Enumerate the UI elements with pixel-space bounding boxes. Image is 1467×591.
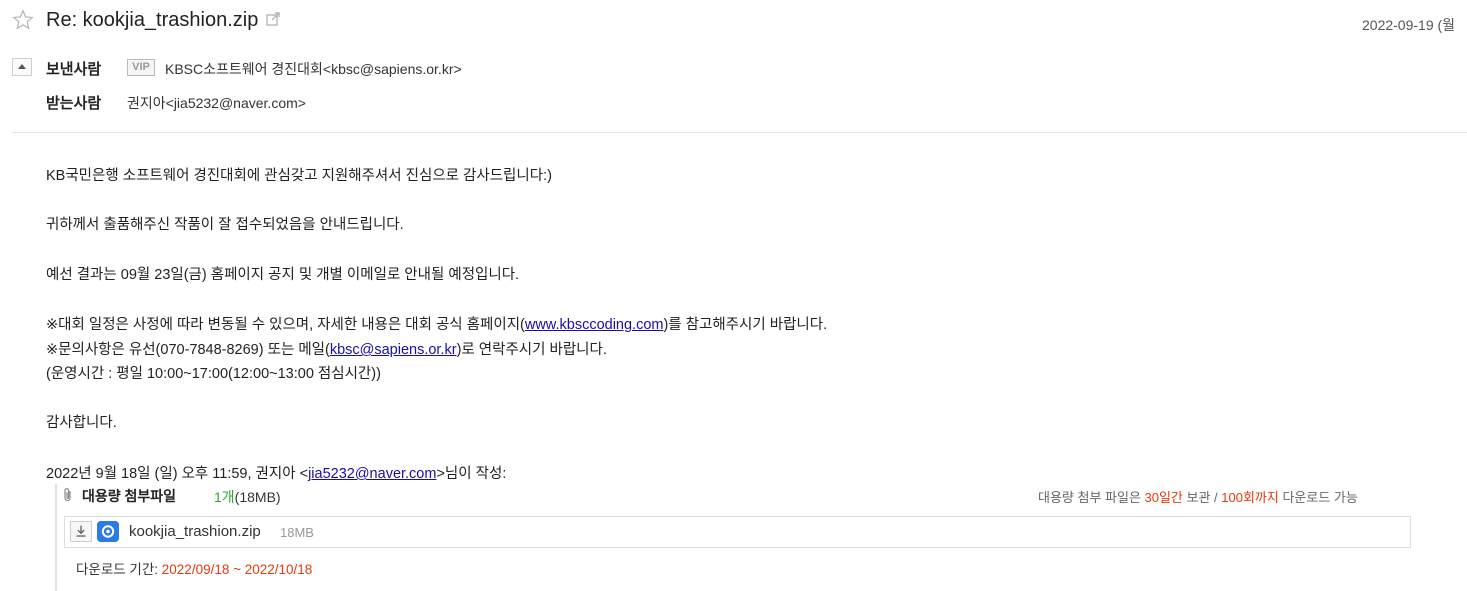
vip-badge[interactable]: VIP: [127, 59, 155, 76]
attachment-border: [55, 484, 57, 591]
body-text: )를 참고해주시기 바랍니다.: [663, 317, 828, 333]
attachment-file-size: 18MB: [280, 525, 314, 540]
body-line: ※문의사항은 유선(070-7848-8269) 또는 메일(kbsc@sapi…: [46, 338, 607, 359]
body-text: ※문의사항은 유선(070-7848-8269) 또는 메일(: [46, 342, 330, 358]
quote-text: 2022년 9월 18일 (일) 오후 11:59, 권지아 <: [46, 466, 309, 482]
body-line: 감사합니다.: [46, 415, 117, 431]
notice-text: 다운로드 가능: [1278, 490, 1358, 505]
collapse-header-button[interactable]: [12, 58, 32, 76]
quote-header: 2022년 9월 18일 (일) 오후 11:59, 권지아 <jia5232@…: [46, 462, 506, 483]
attachment-count-value: 1개: [214, 489, 235, 505]
download-period-label: 다운로드 기간:: [76, 562, 162, 577]
paperclip-icon: [64, 488, 71, 502]
contact-email-link[interactable]: kbsc@sapiens.or.kr: [330, 342, 457, 358]
download-period-value: 2022/09/18 ~ 2022/10/18: [161, 562, 313, 577]
body-text: ※대회 일정은 사정에 따라 변동될 수 있으며, 자세한 내용은 대회 공식 …: [46, 317, 525, 333]
attachment-file-row[interactable]: [64, 516, 1411, 548]
body-line: 귀하께서 출품해주신 작품이 잘 접수되었음을 안내드립니다.: [46, 217, 404, 233]
body-text: )로 연락주시기 바랍니다.: [456, 342, 607, 358]
attachment-notice: 대용량 첨부 파일은 30일간 보관 / 100회까지 다운로드 가능: [1038, 487, 1358, 506]
header-divider: [12, 132, 1467, 133]
star-icon[interactable]: [12, 9, 34, 31]
sender-label: 보낸사람: [46, 61, 102, 78]
sender-address[interactable]: KBSC소프트웨어 경진대회<kbsc@sapiens.or.kr>: [165, 59, 462, 79]
notice-times: 100회까지: [1221, 490, 1279, 505]
notice-text: 보관 /: [1182, 490, 1222, 505]
quote-email-link[interactable]: jia5232@naver.com: [308, 466, 436, 482]
download-icon[interactable]: [70, 521, 92, 542]
body-line: ※대회 일정은 사정에 따라 변동될 수 있으며, 자세한 내용은 대회 공식 …: [46, 313, 827, 334]
mail-date: 2022-09-19 (월: [1362, 17, 1456, 33]
download-period: 다운로드 기간: 2022/09/18 ~ 2022/10/18: [76, 558, 312, 578]
mail-subject: Re: kookjia_trashion.zip: [46, 9, 259, 31]
open-new-window-icon[interactable]: [266, 12, 280, 26]
notice-text: 대용량 첨부 파일은: [1038, 490, 1145, 505]
notice-days: 30일간: [1144, 490, 1183, 505]
attachment-total-size: (18MB): [234, 489, 281, 505]
recipient-address[interactable]: 권지아<jia5232@naver.com>: [127, 93, 306, 113]
quote-text: >님이 작성:: [436, 466, 507, 482]
attachment-title: 대용량 첨부파일: [82, 488, 177, 504]
attachment-count: 1개(18MB): [214, 487, 281, 507]
body-line: KB국민은행 소프트웨어 경진대회에 관심갖고 지원해주셔서 진심으로 감사드립…: [46, 168, 552, 184]
recipient-label: 받는사람: [46, 95, 102, 112]
body-line: 예선 결과는 09월 23일(금) 홈페이지 공지 및 개별 이메일로 안내될 …: [46, 267, 520, 283]
homepage-link[interactable]: www.kbsccoding.com: [525, 317, 664, 333]
cloud-app-icon[interactable]: [97, 521, 119, 542]
body-line: (운영시간 : 평일 10:00~17:00(12:00~13:00 점심시간)…: [46, 366, 381, 382]
attachment-file-name[interactable]: kookjia_trashion.zip: [129, 523, 261, 540]
